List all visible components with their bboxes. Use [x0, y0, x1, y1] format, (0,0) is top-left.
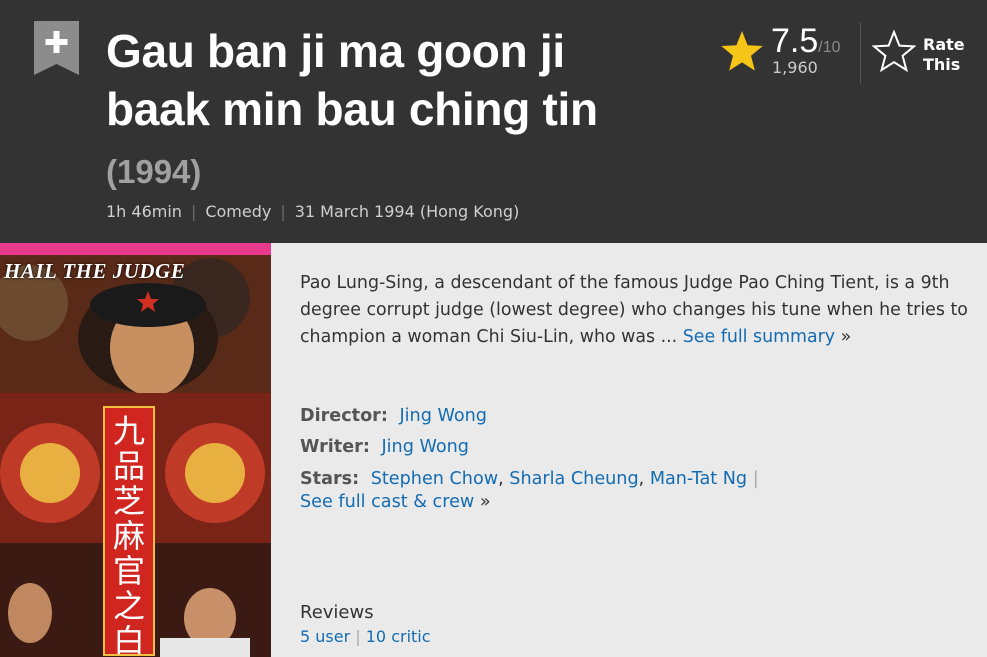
rating-count[interactable]: 1,960	[772, 58, 818, 78]
genre-link[interactable]: Comedy	[205, 202, 271, 221]
reviews-heading: Reviews	[300, 602, 374, 623]
stars-label: Stars:	[300, 469, 360, 489]
comma: ,	[638, 469, 645, 489]
reviews-links: 5 user | 10 critic	[300, 627, 431, 647]
director-label: Director:	[300, 406, 388, 426]
rating-best: /10	[818, 39, 841, 56]
rate-this-star-icon[interactable]	[871, 29, 917, 73]
see-full-cast-link[interactable]: See full cast & crew	[300, 492, 474, 512]
credit-director: Director: Jing Wong	[300, 404, 487, 428]
poster-chinese-title: 九品芝麻官之白面包青天	[103, 406, 155, 656]
title-text: Gau ban ji ma goon ji baak min bau ching…	[106, 25, 598, 135]
separator: |	[355, 627, 361, 646]
star-link[interactable]: Man-Tat Ng	[650, 469, 747, 489]
credit-writer: Writer: Jing Wong	[300, 435, 469, 459]
rate-this-button[interactable]: Rate This	[923, 35, 975, 75]
star-link[interactable]: Sharla Cheung	[509, 469, 638, 489]
poster-caption: HAIL THE JUDGE	[4, 259, 186, 283]
comma: ,	[498, 469, 504, 489]
title-subtext: 1h 46min | Comedy | 31 March 1994 (Hong Kong…	[106, 202, 519, 222]
release-date-link[interactable]: 31 March 1994 (Hong Kong)	[295, 202, 520, 221]
see-full-summary-link[interactable]: See full summary	[683, 327, 835, 347]
critic-reviews-link[interactable]: 10 critic	[366, 627, 431, 646]
writer-link[interactable]: Jing Wong	[381, 437, 468, 457]
separator: |	[752, 469, 759, 489]
separator: |	[190, 202, 197, 221]
runtime: 1h 46min	[106, 202, 182, 221]
rating-divider	[860, 22, 861, 84]
rating-star-icon	[720, 30, 764, 72]
page-title: Gau ban ji ma goon ji baak min bau ching…	[106, 22, 646, 201]
raquo-icon: »	[479, 492, 491, 512]
separator: |	[280, 202, 286, 221]
movie-poster[interactable]: HAIL THE JUDGE 九品芝麻官之白面包青天	[0, 243, 271, 657]
director-link[interactable]: Jing Wong	[399, 406, 486, 426]
star-link[interactable]: Stephen Chow	[371, 469, 498, 489]
add-to-watchlist-ribbon[interactable]	[34, 21, 79, 75]
summary-text: Pao Lung-Sing, a descendant of the famou…	[300, 270, 970, 351]
ribbon-plus-icon	[34, 21, 79, 75]
summary-body: Pao Lung-Sing, a descendant of the famou…	[300, 273, 968, 347]
raquo-icon: »	[840, 327, 852, 347]
user-reviews-link[interactable]: 5 user	[300, 627, 350, 646]
title-year[interactable]: (1994)	[106, 153, 201, 190]
credit-stars: Stars: Stephen Chow, Sharla Cheung, Man-…	[300, 467, 759, 491]
credit-full-cast: See full cast & crew »	[300, 490, 491, 514]
writer-label: Writer:	[300, 437, 370, 457]
poster-top-band	[0, 243, 271, 255]
